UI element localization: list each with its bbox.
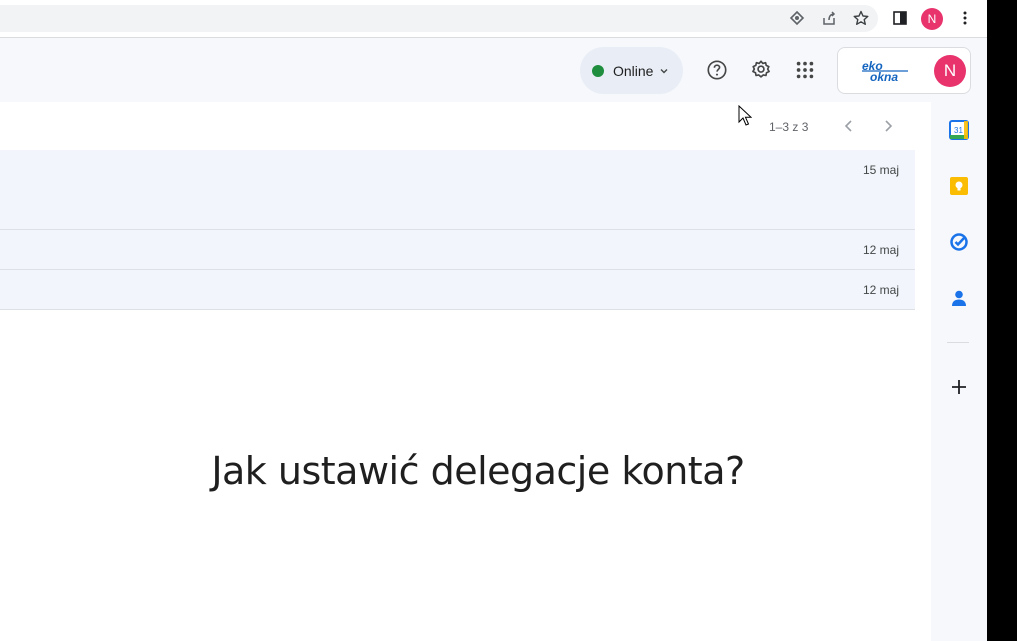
svg-text:okna: okna (870, 70, 898, 83)
contacts-icon[interactable] (949, 288, 969, 308)
mail-date: 12 maj (862, 283, 899, 297)
gmail-header: Online eko okna N (0, 38, 987, 102)
side-panel-divider (947, 342, 969, 343)
mail-date: 15 maj (862, 163, 899, 177)
mail-date: 12 maj (862, 243, 899, 257)
status-online-dot (592, 64, 604, 77)
tasks-icon[interactable] (949, 232, 969, 252)
pager-bar: 1–3 z 3 (0, 102, 915, 150)
pager-range: 1–3 z 3 (769, 120, 809, 134)
mouse-cursor-icon (738, 105, 752, 126)
caption-text: Jak ustawić delegacje konta? (211, 449, 745, 493)
chevron-right-icon (885, 120, 893, 132)
share-icon[interactable] (820, 9, 838, 27)
status-label: Online (613, 62, 654, 79)
status-chip[interactable]: Online (580, 47, 683, 94)
add-icon[interactable] (949, 377, 969, 397)
keep-icon[interactable] (949, 176, 969, 196)
chevron-left-icon (844, 120, 852, 132)
calendar-icon[interactable]: 31 (949, 120, 969, 140)
previous-page-button[interactable] (839, 116, 859, 136)
help-icon[interactable] (705, 58, 729, 82)
mail-content: 1–3 z 3 15 maj 12 maj 12 maj Jak ustawić… (0, 102, 931, 641)
mail-list: 15 maj 12 maj 12 maj (0, 150, 915, 310)
next-page-button[interactable] (878, 116, 898, 136)
table-row[interactable]: 12 maj (0, 270, 915, 310)
table-row[interactable]: 15 maj (0, 150, 915, 230)
more-vert-icon[interactable] (956, 9, 974, 27)
apps-grid-icon[interactable] (793, 58, 817, 82)
screen-edge (987, 0, 1017, 641)
extension-icon[interactable] (788, 9, 806, 27)
account-switcher[interactable]: eko okna N (837, 47, 971, 94)
side-panel-icon[interactable] (891, 9, 909, 27)
bookmark-star-icon[interactable] (852, 9, 870, 27)
browser-toolbar: N (0, 0, 987, 38)
svg-text:31: 31 (954, 126, 963, 135)
settings-icon[interactable] (749, 58, 773, 82)
eko-okna-logo: eko okna (862, 59, 908, 83)
address-bar[interactable] (0, 5, 878, 32)
table-row[interactable]: 12 maj (0, 230, 915, 270)
side-panel: 31 (931, 102, 987, 641)
avatar[interactable]: N (934, 55, 966, 87)
browser-profile-avatar[interactable]: N (921, 8, 943, 30)
chevron-down-icon (660, 68, 668, 73)
